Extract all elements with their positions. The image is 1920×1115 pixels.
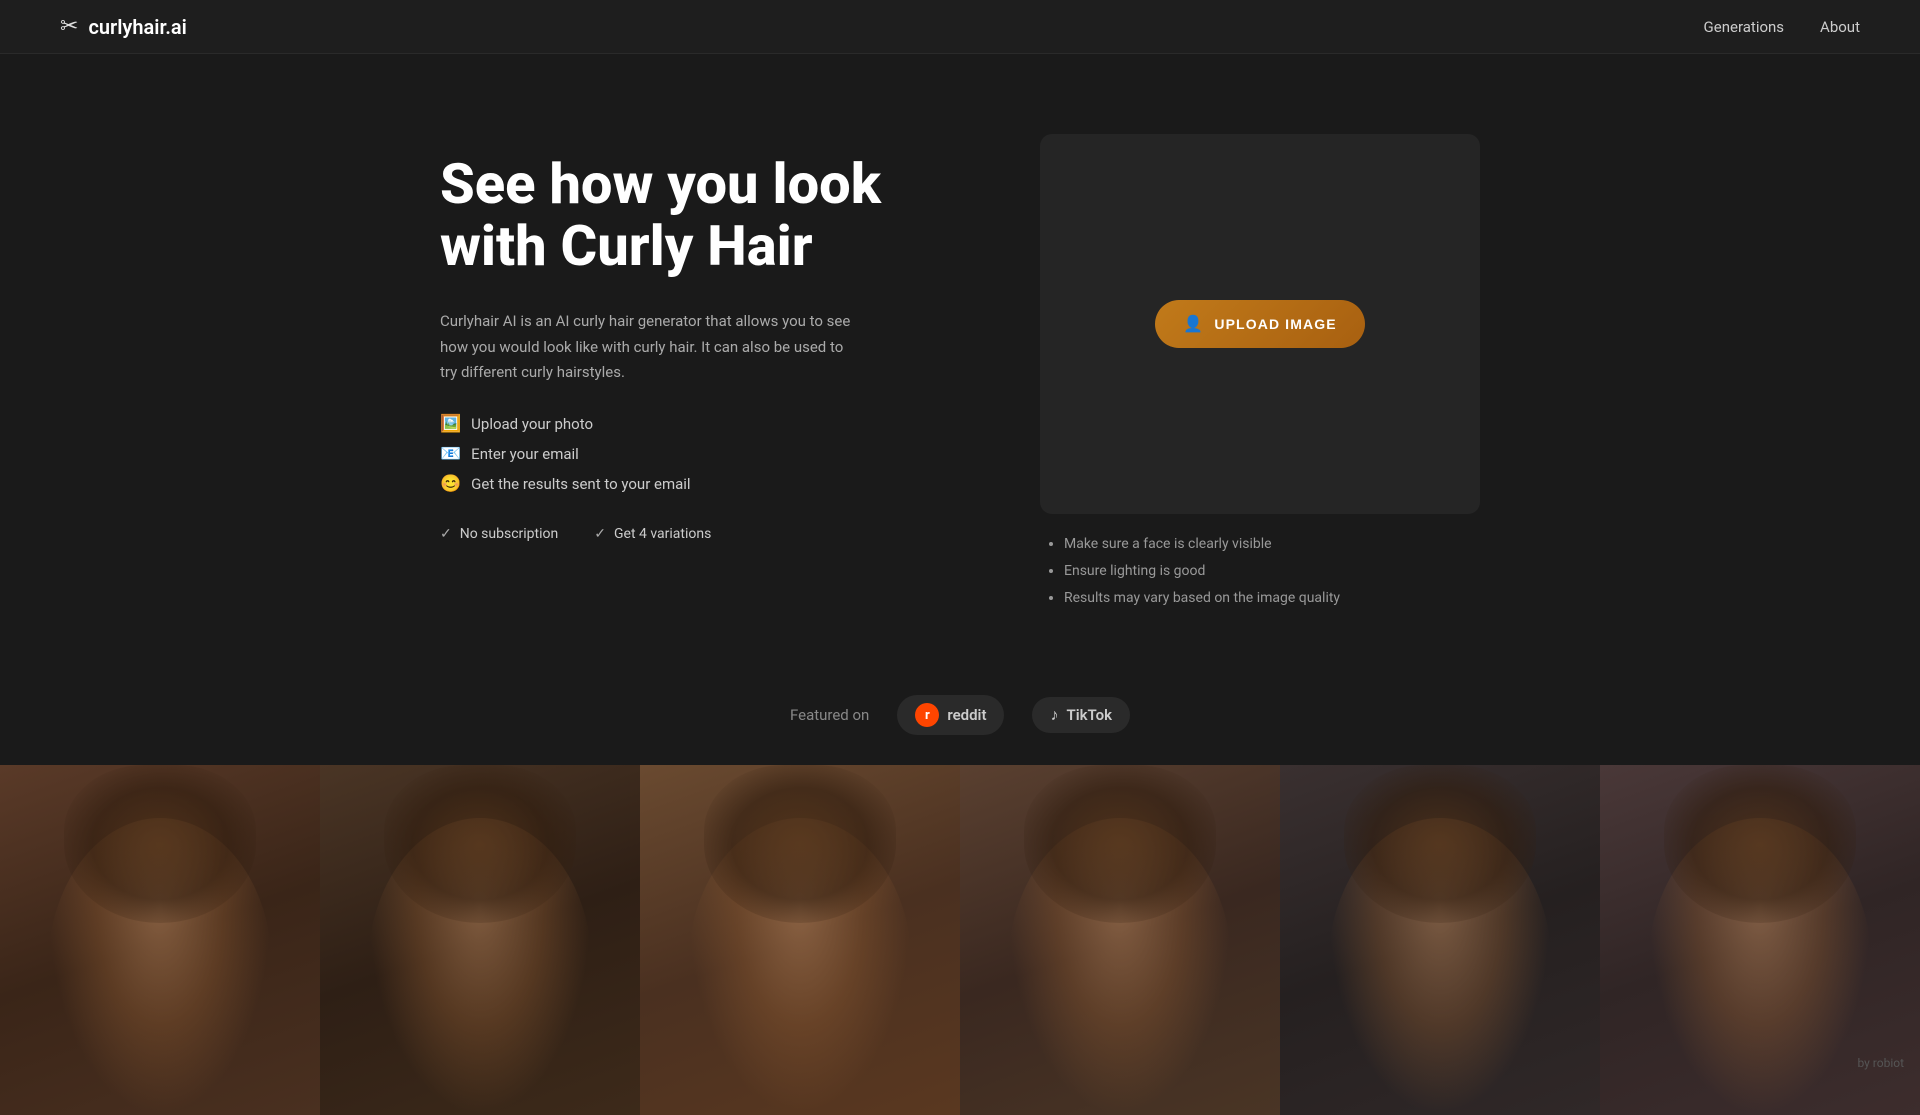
steps-list: 🖼️ Upload your photo 📧 Enter your email … xyxy=(440,414,960,494)
step-1: 🖼️ Upload your photo xyxy=(440,414,960,434)
hero-right: 👤 UPLOAD IMAGE Make sure a face is clear… xyxy=(1040,134,1480,615)
tip-3: Results may vary based on the image qual… xyxy=(1064,588,1476,609)
tip-2: Ensure lighting is good xyxy=(1064,561,1476,582)
reddit-icon: r xyxy=(915,703,939,727)
hero-description: Curlyhair AI is an AI curly hair generat… xyxy=(440,309,860,386)
step-3-text: Get the results sent to your email xyxy=(471,475,690,493)
gallery-item-1 xyxy=(0,765,320,1115)
step-1-text: Upload your photo xyxy=(471,415,593,433)
tips-list: Make sure a face is clearly visible Ensu… xyxy=(1044,534,1476,609)
main-nav: Generations About xyxy=(1704,18,1860,36)
check-icon-2: ✓ xyxy=(594,526,606,542)
step-3-emoji: 😊 xyxy=(440,474,461,494)
badge-no-subscription-label: No subscription xyxy=(460,526,559,542)
upload-area[interactable]: 👤 UPLOAD IMAGE xyxy=(1040,134,1480,514)
featured-label: Featured on xyxy=(790,706,869,724)
badge-variations: ✓ Get 4 variations xyxy=(594,526,711,542)
gallery xyxy=(0,765,1920,1115)
step-3: 😊 Get the results sent to your email xyxy=(440,474,960,494)
check-icon-1: ✓ xyxy=(440,526,452,542)
gallery-item-2 xyxy=(320,765,640,1115)
nav-generations[interactable]: Generations xyxy=(1704,18,1785,36)
tiktok-badge[interactable]: ♪ TikTok xyxy=(1032,697,1130,733)
upload-button[interactable]: 👤 UPLOAD IMAGE xyxy=(1155,300,1364,348)
gallery-item-4 xyxy=(960,765,1280,1115)
person-icon: 👤 xyxy=(1183,314,1204,334)
tiktok-icon: ♪ xyxy=(1050,705,1058,725)
watermark: by robiot xyxy=(1857,1056,1904,1070)
step-2-emoji: 📧 xyxy=(440,444,461,464)
reddit-badge[interactable]: r reddit xyxy=(897,695,1004,735)
hero-title: See how you look with Curly Hair xyxy=(440,154,960,277)
logo: ✂ curlyhair.ai xyxy=(60,14,187,39)
badge-variations-label: Get 4 variations xyxy=(614,526,711,542)
badges-row: ✓ No subscription ✓ Get 4 variations xyxy=(440,526,960,542)
featured-section: Featured on r reddit ♪ TikTok xyxy=(0,675,1920,765)
step-1-emoji: 🖼️ xyxy=(440,414,461,434)
reddit-label: reddit xyxy=(947,706,986,724)
badge-no-subscription: ✓ No subscription xyxy=(440,526,558,542)
header: ✂ curlyhair.ai Generations About xyxy=(0,0,1920,54)
upload-button-label: UPLOAD IMAGE xyxy=(1214,316,1336,332)
step-2-text: Enter your email xyxy=(471,445,579,463)
gallery-item-5 xyxy=(1280,765,1600,1115)
step-2: 📧 Enter your email xyxy=(440,444,960,464)
nav-about[interactable]: About xyxy=(1820,18,1860,36)
tiktok-label: TikTok xyxy=(1066,706,1112,724)
tip-1: Make sure a face is clearly visible xyxy=(1064,534,1476,555)
logo-text: curlyhair.ai xyxy=(88,15,186,39)
gallery-item-3 xyxy=(640,765,960,1115)
hero-left: See how you look with Curly Hair Curlyha… xyxy=(440,134,960,542)
hero-section: See how you look with Curly Hair Curlyha… xyxy=(0,54,1920,675)
upload-tips: Make sure a face is clearly visible Ensu… xyxy=(1040,534,1480,609)
logo-icon: ✂ xyxy=(60,14,78,39)
